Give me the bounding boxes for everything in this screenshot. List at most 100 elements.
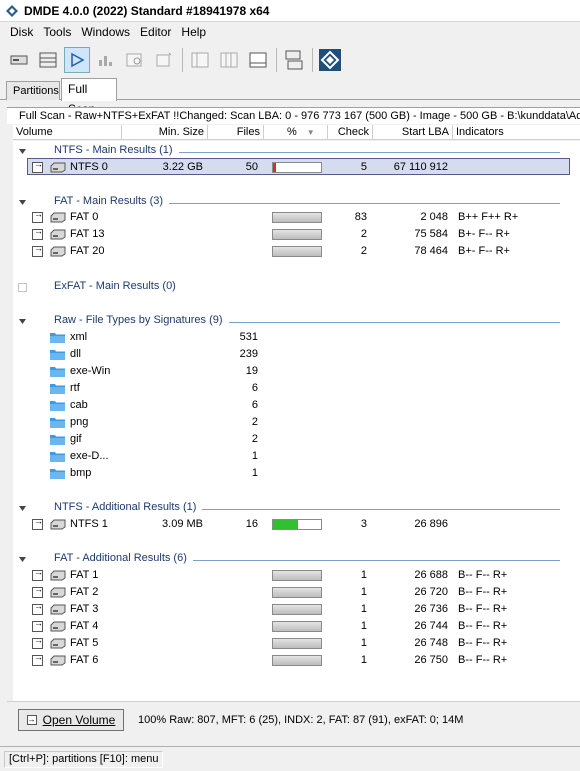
tab-partitions[interactable]: Partitions [6,81,60,100]
volume-name: NTFS 1 [70,518,108,530]
col-min-size[interactable]: Min. Size [122,125,208,140]
table-icon [220,52,238,67]
open-arrow-checkbox[interactable] [32,601,43,615]
drive-button[interactable] [6,47,32,73]
open-volume-button[interactable]: → Open Volume [18,709,124,731]
percent-bar [272,587,322,598]
view3-button[interactable] [245,47,271,73]
volume-row[interactable]: FAT 1 1 26 688 B-- F-- R+ [13,567,580,584]
scan-button[interactable] [64,46,90,73]
percent-bar [272,229,322,240]
check-value: 83 [354,211,367,223]
file-type-row[interactable]: png 2 [13,414,580,431]
files-count: 50 [245,161,258,173]
percent-bar-fill [273,163,276,172]
open-arrow-checkbox[interactable] [32,243,43,257]
files-count: 2 [251,416,258,428]
col-indicators[interactable]: Indicators [453,125,580,140]
group-fat-additional[interactable]: FAT - Additional Results (6) [13,551,580,566]
collapse-icon[interactable] [18,198,27,207]
col-volume[interactable]: Volume [13,125,122,140]
file-type-row[interactable]: rtf 6 [13,380,580,397]
volume-row[interactable]: FAT 4 1 26 744 B-- F-- R+ [13,618,580,635]
volume-row[interactable]: FAT 2 1 26 720 B-- F-- R+ [13,584,580,601]
file-type-row[interactable]: bmp 1 [13,465,580,482]
indicators: B-- F-- R+ [458,637,508,649]
volume-row[interactable]: FAT 20 2 78 464 B+- F-- R+ [13,243,580,260]
menu-disk[interactable]: Disk [0,25,38,39]
files-count: 16 [245,518,258,530]
scan-info-bar: Full Scan - Raw+NTFS+ExFAT !!Changed: Sc… [7,107,580,124]
group-raw[interactable]: Raw - File Types by Signatures (9) [13,313,580,328]
group-title: FAT - Main Results (3) [54,195,170,207]
open-arrow-checkbox[interactable] [32,618,43,632]
group-title: NTFS - Additional Results (1) [54,501,203,513]
start-lba: 75 584 [414,228,448,240]
file-type-row[interactable]: cab 6 [13,397,580,414]
wand-button[interactable] [151,47,177,73]
open-arrow-checkbox[interactable] [32,567,43,581]
drive-icon [50,587,66,598]
group-title: FAT - Additional Results (6) [54,552,193,564]
group-title: Raw - File Types by Signatures (9) [54,314,229,326]
chart-button[interactable] [93,47,119,73]
volume-name: FAT 4 [70,620,99,632]
folder-icon [50,350,65,360]
percent-bar [272,621,322,632]
col-check[interactable]: Check [328,125,373,140]
open-arrow-checkbox[interactable] [32,159,43,173]
file-type-name: png [70,416,89,428]
search-button[interactable] [122,47,148,73]
open-arrow-checkbox[interactable] [32,226,43,240]
collapse-icon[interactable] [18,555,27,564]
collapse-icon[interactable] [18,317,27,326]
menu-windows[interactable]: Windows [76,25,135,39]
volume-row[interactable]: NTFS 0 3.22 GB 50 5 67 110 912 [27,158,570,175]
percent-bar [272,246,322,257]
scan-status: 100% Raw: 807, MFT: 6 (25), INDX: 2, FAT… [138,714,464,726]
empty-group-icon[interactable] [18,283,27,292]
volume-name: FAT 3 [70,603,99,615]
collapse-icon[interactable] [18,504,27,513]
volume-row[interactable]: FAT 6 1 26 750 B-- F-- R+ [13,652,580,669]
volume-row[interactable]: FAT 3 1 26 736 B-- F-- R+ [13,601,580,618]
open-arrow-checkbox[interactable] [32,516,43,530]
volume-row[interactable]: FAT 13 2 75 584 B+- F-- R+ [13,226,580,243]
group-exfat-main[interactable]: ExFAT - Main Results (0) [13,279,580,294]
file-type-row[interactable]: gif 2 [13,431,580,448]
toolbar-separator [182,47,183,72]
drive-icon [50,604,66,615]
min-size: 3.22 GB [162,161,203,173]
tab-full-scan[interactable]: Full Scan [61,78,117,116]
file-type-row[interactable]: exe-D... 1 [13,448,580,465]
view2-button[interactable] [216,47,242,73]
footer-panel: → Open Volume 100% Raw: 807, MFT: 6 (25)… [7,701,580,742]
col-files[interactable]: Files [208,125,264,140]
menu-help[interactable]: Help [176,25,211,39]
open-arrow-checkbox[interactable] [32,635,43,649]
copy-button[interactable] [281,47,307,73]
file-type-row[interactable]: exe-Win 19 [13,363,580,380]
check-value: 1 [360,569,367,581]
col-percent[interactable]: % ▼ [264,125,328,140]
group-ntfs-additional[interactable]: NTFS - Additional Results (1) [13,500,580,515]
drive-icon [50,519,66,530]
file-type-row[interactable]: dll 239 [13,346,580,363]
volume-name: FAT 5 [70,637,99,649]
volume-row[interactable]: FAT 5 1 26 748 B-- F-- R+ [13,635,580,652]
open-arrow-checkbox[interactable] [32,584,43,598]
col-start-lba[interactable]: Start LBA [373,125,453,140]
file-type-row[interactable]: xml 531 [13,329,580,346]
group-ntfs-main[interactable]: NTFS - Main Results (1) [13,143,580,158]
collapse-icon[interactable] [18,147,27,156]
open-arrow-checkbox[interactable] [32,209,43,223]
volume-row[interactable]: FAT 0 83 2 048 B++ F++ R+ [13,209,580,226]
logo-button[interactable] [317,47,343,73]
menu-tools[interactable]: Tools [38,25,76,39]
partitions-button[interactable] [35,47,61,73]
group-fat-main[interactable]: FAT - Main Results (3) [13,194,580,209]
view1-button[interactable] [187,47,213,73]
volume-row[interactable]: NTFS 1 3.09 MB 16 3 26 896 [13,516,580,533]
menu-editor[interactable]: Editor [135,25,176,39]
open-arrow-checkbox[interactable] [32,652,43,666]
